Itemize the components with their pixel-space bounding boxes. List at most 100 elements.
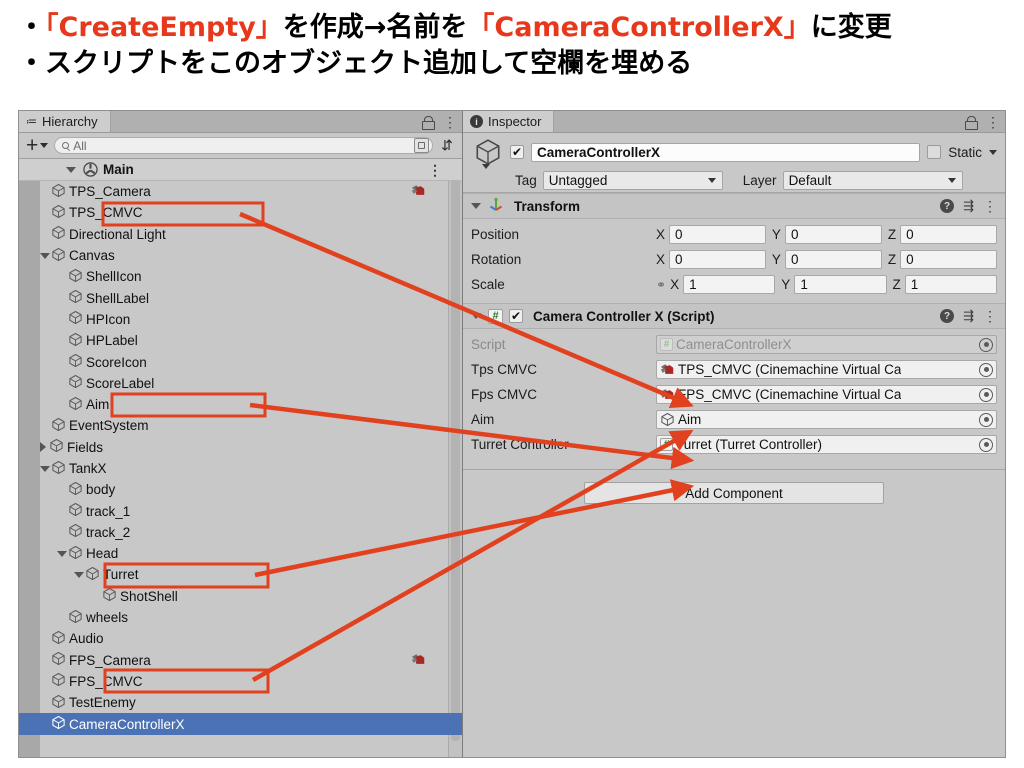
cs-script-icon: # (660, 338, 673, 351)
transform-scale-y[interactable]: 1 (794, 275, 887, 294)
hierarchy-item-label: ShotShell (120, 588, 178, 604)
add-component-button[interactable]: Add Component (584, 482, 884, 504)
object-picker-icon[interactable] (979, 337, 993, 352)
layer-label: Layer (742, 172, 777, 188)
script-component-header[interactable]: # ✔ Camera Controller X (Script) ? ⇶ ⋮ (463, 303, 1005, 329)
tag-dropdown[interactable]: Untagged (542, 170, 723, 190)
hierarchy-menu-button[interactable]: ⋮ (438, 111, 462, 132)
hierarchy-item-head[interactable]: Head (19, 543, 462, 564)
script-field-value-aim[interactable]: Aim (656, 410, 997, 429)
chevron-right-icon[interactable] (40, 442, 46, 453)
object-picker-icon[interactable] (979, 387, 993, 402)
hierarchy-item-wheels[interactable]: wheels (19, 607, 462, 628)
hierarchy-item-canvas[interactable]: Canvas (19, 245, 462, 266)
hierarchy-item-tps-cmvc[interactable]: TPS_CMVC (19, 202, 462, 223)
script-field-value-turret-controller[interactable]: # Turret (Turret Controller) (656, 435, 997, 454)
hierarchy-item-fields[interactable]: Fields (19, 437, 462, 458)
hierarchy-item-shelllabel[interactable]: ShellLabel (19, 287, 462, 308)
help-icon[interactable]: ? (940, 199, 955, 213)
object-picker-icon[interactable] (979, 412, 993, 427)
transform-title: Transform (514, 198, 581, 214)
transform-scale-z[interactable]: 1 (904, 275, 997, 294)
script-field-value-script: # CameraControllerX (656, 335, 997, 354)
hierarchy-lock-button[interactable] (417, 111, 438, 132)
hierarchy-root-row[interactable]: Main ⋮ (19, 159, 462, 181)
script-enabled-checkbox[interactable]: ✔ (509, 309, 523, 323)
gameobject-icon (68, 374, 83, 392)
script-field-label: Aim (471, 412, 495, 427)
hierarchy-item-scoreicon[interactable]: ScoreIcon (19, 351, 462, 372)
layer-dropdown[interactable]: Default (782, 170, 963, 190)
transform-rotation-z[interactable]: 0 (900, 250, 997, 269)
hierarchy-item-fps-camera[interactable]: FPS_Camera (19, 650, 462, 671)
transform-scale-x[interactable]: 1 (683, 275, 776, 294)
tab-hierarchy[interactable]: ≔ Hierarchy (19, 111, 111, 132)
chevron-down-icon[interactable] (74, 571, 84, 578)
transform-rotation-y[interactable]: 0 (784, 250, 882, 269)
gameobject-enabled-checkbox[interactable]: ✔ (510, 145, 524, 159)
inspector-menu-button[interactable]: ⋮ (981, 111, 1005, 132)
hierarchy-item-directional-light[interactable]: Directional Light (19, 224, 462, 245)
hierarchy-item-hplabel[interactable]: HPLabel (19, 330, 462, 351)
hierarchy-item-label: wheels (86, 610, 129, 626)
hierarchy-search-input[interactable]: All (54, 137, 433, 154)
transform-axis-icon (488, 196, 504, 217)
inspector-lock-button[interactable] (960, 111, 981, 132)
chevron-down-icon[interactable] (57, 550, 67, 557)
chevron-down-icon[interactable] (471, 313, 481, 319)
hierarchy-item-tankx[interactable]: TankX (19, 458, 462, 479)
static-dropdown-icon[interactable] (989, 149, 997, 155)
gameobject-name-input[interactable]: CameraControllerX (531, 142, 921, 162)
hierarchy-toolbar: + All ⇵ (19, 133, 462, 159)
object-picker-icon[interactable] (979, 437, 993, 452)
hierarchy-item-tps-camera[interactable]: TPS_Camera (19, 181, 462, 202)
unity-editor-window: ≔ Hierarchy ⋮ + All ⇵ Main ⋮ TPS_Camera … (18, 110, 1006, 758)
chevron-down-icon[interactable] (471, 203, 481, 209)
transform-position-y[interactable]: 0 (784, 225, 882, 244)
preset-icon[interactable]: ⇶ (963, 308, 974, 324)
transform-row-label: Scale (471, 277, 505, 292)
gameobject-icon[interactable] (473, 137, 503, 169)
sort-button[interactable]: ⇵ (436, 136, 458, 156)
hierarchy-tree[interactable]: Main ⋮ TPS_Camera TPS_CMVC Directional Lig… (19, 159, 462, 757)
hierarchy-item-body[interactable]: body (19, 479, 462, 500)
hierarchy-item-turret[interactable]: Turret (19, 564, 462, 585)
chevron-down-icon[interactable] (40, 465, 50, 472)
script-field-value-tps-cmvc[interactable]: TPS_CMVC (Cinemachine Virtual Ca (656, 360, 997, 379)
help-icon[interactable]: ? (940, 309, 955, 323)
hierarchy-item-fps-cmvc[interactable]: FPS_CMVC (19, 671, 462, 692)
create-object-button[interactable]: + (23, 135, 51, 156)
hierarchy-item-shotshell[interactable]: ShotShell (19, 586, 462, 607)
preset-icon[interactable]: ⇶ (963, 198, 974, 214)
visibility-toggle-icon[interactable] (414, 138, 429, 153)
broken-link-icon[interactable]: ⚭ (656, 278, 666, 292)
hierarchy-item-audio[interactable]: Audio (19, 628, 462, 649)
hierarchy-item-hpicon[interactable]: HPIcon (19, 309, 462, 330)
kebab-menu-icon[interactable]: ⋮ (983, 309, 997, 323)
axis-label-z: Z (887, 227, 897, 242)
kebab-menu-icon[interactable]: ⋮ (983, 199, 997, 213)
gameobject-icon (68, 396, 83, 414)
hierarchy-item-track-1[interactable]: track_1 (19, 500, 462, 521)
hierarchy-item-aim[interactable]: Aim (19, 394, 462, 415)
tab-inspector[interactable]: i Inspector (463, 111, 555, 132)
instruction-caption: ・「CreateEmpty」を作成→名前を「CameraControllerX」… (0, 0, 1024, 108)
hierarchy-item-eventsystem[interactable]: EventSystem (19, 415, 462, 436)
hierarchy-item-track-2[interactable]: track_2 (19, 522, 462, 543)
transform-rotation-x[interactable]: 0 (669, 250, 766, 269)
object-picker-icon[interactable] (979, 362, 993, 377)
static-checkbox[interactable] (927, 145, 942, 159)
root-menu-icon[interactable]: ⋮ (428, 163, 442, 177)
hierarchy-item-scorelabel[interactable]: ScoreLabel (19, 373, 462, 394)
hierarchy-item-testenemy[interactable]: TestEnemy (19, 692, 462, 713)
hierarchy-item-shellicon[interactable]: ShellIcon (19, 266, 462, 287)
transform-position-x[interactable]: 0 (669, 225, 766, 244)
transform-position-z[interactable]: 0 (900, 225, 997, 244)
gameobject-icon (85, 566, 100, 584)
transform-component-header[interactable]: Transform ? ⇶ ⋮ (463, 193, 1005, 219)
caption-line-2: ・スクリプトをこのオブジェクト追加して空欄を埋める (18, 48, 693, 79)
chevron-down-icon[interactable] (66, 167, 76, 173)
chevron-down-icon[interactable] (40, 252, 50, 259)
hierarchy-item-cameracontrollerx[interactable]: CameraControllerX (19, 713, 462, 735)
script-field-value-fps-cmvc[interactable]: FPS_CMVC (Cinemachine Virtual Ca (656, 385, 997, 404)
